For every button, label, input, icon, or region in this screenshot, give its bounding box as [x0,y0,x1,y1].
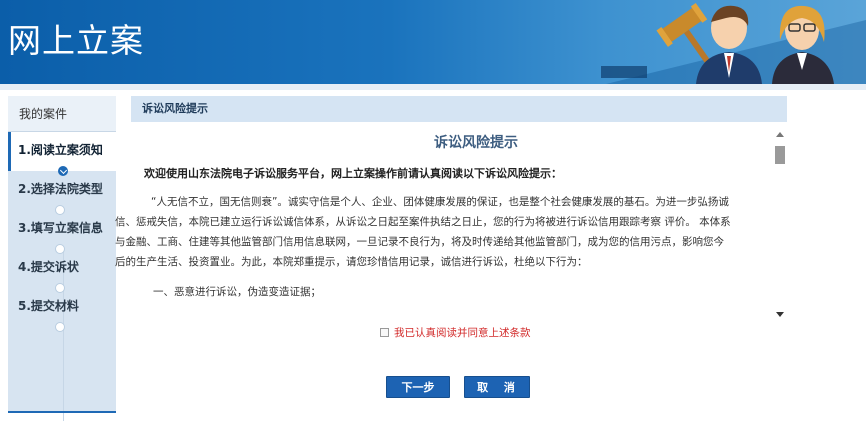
sidebar-step-court-type[interactable]: 2.选择法院类型 [8,171,116,215]
document-item: 一、恶意进行诉讼，伪造变造证据； [153,286,321,298]
scroll-up-arrow-icon[interactable] [776,132,784,137]
header-divider [0,84,866,90]
document-lead: 欢迎使用山东法院电子诉讼服务平台，网上立案操作前请认真阅读以下诉讼风险提示： [144,167,562,180]
step-dot-icon [55,283,65,293]
step-dot-icon [55,205,65,215]
paragraph-line: 信、惩戒失信，本院已建立运行诉讼诚信体系，从诉讼之日起至案件执结之日止，您的行为… [115,216,731,228]
sidebar-step-submit-materials[interactable]: 5.提交材料 [8,288,116,332]
sidebar-heading: 我的案件 [8,96,116,132]
step-label: 4.提交诉状 [18,260,79,274]
step-dot-icon [55,322,65,332]
sidebar-bottom-line [8,411,116,413]
sidebar-step-case-info[interactable]: 3.填写立案信息 [8,210,116,254]
step-dot-icon [55,244,65,254]
paragraph-line: 后的生产生活、投资置业。为此，本院郑重提示，请您珍惜信用记录，诚信进行诉讼，杜绝… [115,256,588,268]
step-check-icon [58,166,68,176]
step-label: 1.阅读立案须知 [18,143,103,157]
app-header: 网上立案 [0,0,866,84]
paragraph-line: 与金融、工商、住建等其他监管部门信用信息联网，一旦记录不良行为，将及时传递给其他… [115,236,724,248]
scroll-down-arrow-icon[interactable] [776,312,784,317]
step-sidebar: 我的案件 1.阅读立案须知 2.选择法院类型 3.填写立案信息 4.提交诉状 5… [8,96,116,421]
agree-label: 我已认真阅读并同意上述条款 [394,326,531,339]
sidebar-step-read-notice[interactable]: 1.阅读立案须知 [8,132,116,176]
page-title: 网上立案 [8,21,144,60]
lawyers-illustration-icon [601,2,866,84]
risk-notice-content[interactable]: 诉讼风险提示 欢迎使用山东法院电子诉讼服务平台，网上立案操作前请认真阅读以下诉讼… [110,126,786,324]
sidebar-step-submit-complaint[interactable]: 4.提交诉状 [8,249,116,293]
paragraph-line: “人无信不立，国无信则衰”。诚实守信是个人、企业、团体健康发展的保证，也是整个社… [151,196,729,208]
next-step-button[interactable]: 下一步 [386,376,450,398]
step-label: 3.填写立案信息 [18,221,103,235]
content-scrollbar[interactable] [773,130,787,322]
agree-checkbox[interactable] [380,327,389,337]
agree-terms[interactable]: 我已认真阅读并同意上述条款 [380,324,531,340]
panel-heading: 诉讼风险提示 [131,96,787,122]
document-paragraph: “人无信不立，国无信则衰”。诚实守信是个人、企业、团体健康发展的保证，也是整个社… [110,192,770,272]
cancel-button[interactable]: 取 消 [464,376,530,398]
document-title: 诉讼风险提示 [434,135,518,151]
step-label: 5.提交材料 [18,299,79,313]
scroll-thumb[interactable] [775,146,785,164]
step-label: 2.选择法院类型 [18,182,103,196]
